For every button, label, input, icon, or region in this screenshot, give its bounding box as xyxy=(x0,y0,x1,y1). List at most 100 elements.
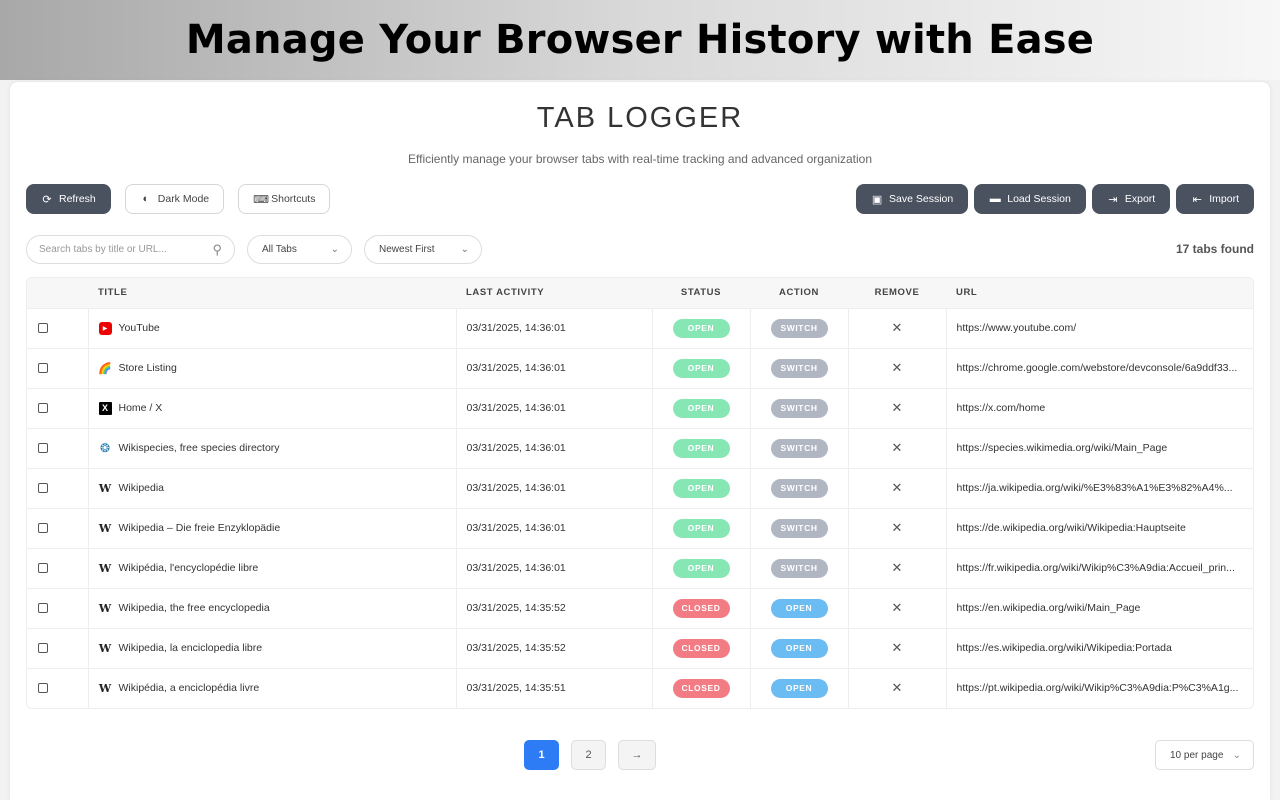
tab-title[interactable]: Wikipedia, la enciclopedia libre xyxy=(119,642,263,654)
tab-title[interactable]: Wikipedia xyxy=(119,482,165,494)
chevron-down-icon: ⌄ xyxy=(1232,749,1241,761)
last-activity-cell: 03/31/2025, 14:35:52 xyxy=(455,628,652,668)
action-button[interactable]: SWITCH xyxy=(770,398,828,418)
url-cell[interactable]: https://chrome.google.com/webstore/devco… xyxy=(945,348,1253,388)
close-icon[interactable]: ✕ xyxy=(892,440,903,455)
sort-select[interactable]: Newest First ⌄ xyxy=(364,235,482,264)
action-cell: SWITCH xyxy=(749,348,848,388)
url-cell[interactable]: https://x.com/home xyxy=(945,388,1253,428)
action-button[interactable]: SWITCH xyxy=(770,558,828,578)
export-label: Export xyxy=(1124,193,1156,205)
action-button[interactable]: OPEN xyxy=(770,638,828,658)
x-logo-icon: X xyxy=(98,401,112,415)
url-cell[interactable]: https://species.wikimedia.org/wiki/Main_… xyxy=(945,428,1253,468)
header-select xyxy=(27,278,88,308)
tab-title[interactable]: Wikispecies, free species directory xyxy=(119,442,280,454)
row-checkbox[interactable] xyxy=(38,323,48,334)
close-icon[interactable]: ✕ xyxy=(892,640,903,655)
header-url[interactable]: URL xyxy=(946,278,1253,308)
url-cell[interactable]: https://www.youtube.com/ xyxy=(945,308,1253,348)
shortcuts-label: Shortcuts xyxy=(271,193,316,205)
close-icon[interactable]: ✕ xyxy=(892,520,903,535)
close-icon[interactable]: ✕ xyxy=(892,360,903,375)
row-checkbox[interactable] xyxy=(38,363,48,374)
url-cell[interactable]: https://fr.wikipedia.org/wiki/Wikip%C3%A… xyxy=(945,548,1253,588)
refresh-button[interactable]: ⟳ Refresh xyxy=(26,184,111,214)
status-badge: OPEN xyxy=(672,398,730,418)
header-title[interactable]: TITLE xyxy=(88,278,456,308)
url-cell[interactable]: https://en.wikipedia.org/wiki/Main_Page xyxy=(945,588,1253,628)
row-select-cell xyxy=(27,628,88,668)
close-icon[interactable]: ✕ xyxy=(892,560,903,575)
row-checkbox[interactable] xyxy=(38,443,48,454)
close-icon[interactable]: ✕ xyxy=(892,600,903,615)
action-button[interactable]: OPEN xyxy=(770,678,828,698)
load-session-button[interactable]: ▬ Load Session xyxy=(974,184,1086,214)
tab-title[interactable]: YouTube xyxy=(119,322,160,334)
tab-title[interactable]: Wikipedia – Die freie Enzyklopädie xyxy=(119,522,281,534)
row-checkbox[interactable] xyxy=(38,563,48,574)
close-icon[interactable]: ✕ xyxy=(892,320,903,335)
remove-cell: ✕ xyxy=(847,548,946,588)
status-badge: OPEN xyxy=(672,558,730,578)
action-button[interactable]: SWITCH xyxy=(770,438,828,458)
shortcuts-button[interactable]: ⌨ Shortcuts xyxy=(238,184,331,214)
tab-title[interactable]: Wikipedia, the free encyclopedia xyxy=(119,602,270,614)
close-icon[interactable]: ✕ xyxy=(892,480,903,495)
tab-title[interactable]: Wikipédia, l'encyclopédie libre xyxy=(119,562,259,574)
pagination: 1 2 → xyxy=(524,740,656,770)
next-page-button[interactable]: → xyxy=(618,740,656,770)
table-row: X Home / X 03/31/2025, 14:36:01 OPEN SWITCH ✕… xyxy=(27,388,1253,428)
row-checkbox[interactable] xyxy=(38,603,48,614)
banner-title: Manage Your Browser History with Ease xyxy=(185,17,1095,63)
table-row: W Wikipedia 03/31/2025, 14:36:01 OPEN SWITCH… xyxy=(27,468,1253,508)
row-checkbox[interactable] xyxy=(38,403,48,414)
chevron-down-icon: ⌄ xyxy=(330,244,339,255)
export-button[interactable]: ⇥ Export xyxy=(1091,184,1171,214)
url-cell[interactable]: https://pt.wikipedia.org/wiki/Wikip%C3%A… xyxy=(945,668,1253,708)
per-page-select[interactable]: 10 per page ⌄ xyxy=(1155,740,1254,770)
action-button[interactable]: OPEN xyxy=(770,598,828,618)
action-cell: SWITCH xyxy=(749,548,848,588)
app-subtitle: Efficiently manage your browser tabs wit… xyxy=(407,152,873,166)
url-cell[interactable]: https://ja.wikipedia.org/wiki/%E3%83%A1%… xyxy=(945,468,1253,508)
tab-title[interactable]: Wikipédia, a enciclopédia livre xyxy=(119,682,260,694)
table-row: W Wikipedia – Die freie Enzyklopädie 03/31… xyxy=(27,508,1253,548)
remove-cell: ✕ xyxy=(847,388,946,428)
page-2-button[interactable]: 2 xyxy=(571,740,606,770)
header-last-activity[interactable]: LAST ACTIVITY xyxy=(456,278,652,308)
table-header-row: TITLE LAST ACTIVITY STATUS ACTION REMOVE… xyxy=(27,278,1253,308)
dark-mode-button[interactable]: ◐ Dark Mode xyxy=(124,184,225,214)
row-checkbox[interactable] xyxy=(38,683,48,694)
title-cell: X Home / X xyxy=(87,388,456,428)
close-icon[interactable]: ✕ xyxy=(892,400,903,415)
status-cell: CLOSED xyxy=(651,628,750,668)
row-checkbox[interactable] xyxy=(38,643,48,654)
url-cell[interactable]: https://de.wikipedia.org/wiki/Wikipedia:… xyxy=(945,508,1253,548)
page-1-button[interactable]: 1 xyxy=(524,740,559,770)
status-badge: OPEN xyxy=(672,478,730,498)
save-session-button[interactable]: ▣ Save Session xyxy=(856,184,969,214)
status-badge: OPEN xyxy=(672,318,730,338)
close-icon[interactable]: ✕ xyxy=(892,680,903,695)
url-cell[interactable]: https://es.wikipedia.org/wiki/Wikipedia:… xyxy=(945,628,1253,668)
save-session-label: Save Session xyxy=(889,193,954,205)
status-badge: CLOSED xyxy=(672,678,730,698)
youtube-icon: ▶ xyxy=(98,321,112,335)
search-icon[interactable]: ⚲ xyxy=(212,242,222,258)
import-button[interactable]: ⇤ Import xyxy=(1176,184,1254,214)
search-input[interactable] xyxy=(39,244,199,255)
tab-title[interactable]: Home / X xyxy=(119,402,163,414)
status-cell: OPEN xyxy=(651,428,750,468)
action-button[interactable]: SWITCH xyxy=(770,478,828,498)
title-cell: W Wikipedia xyxy=(87,468,456,508)
half-circle-icon: ◐ xyxy=(142,193,150,205)
tab-title[interactable]: Store Listing xyxy=(119,362,177,374)
action-button[interactable]: SWITCH xyxy=(770,518,828,538)
row-checkbox[interactable] xyxy=(38,483,48,494)
action-cell: SWITCH xyxy=(749,428,848,468)
action-button[interactable]: SWITCH xyxy=(770,358,828,378)
action-button[interactable]: SWITCH xyxy=(770,318,828,338)
tab-filter-select[interactable]: All Tabs ⌄ xyxy=(247,235,352,264)
row-checkbox[interactable] xyxy=(38,523,48,534)
